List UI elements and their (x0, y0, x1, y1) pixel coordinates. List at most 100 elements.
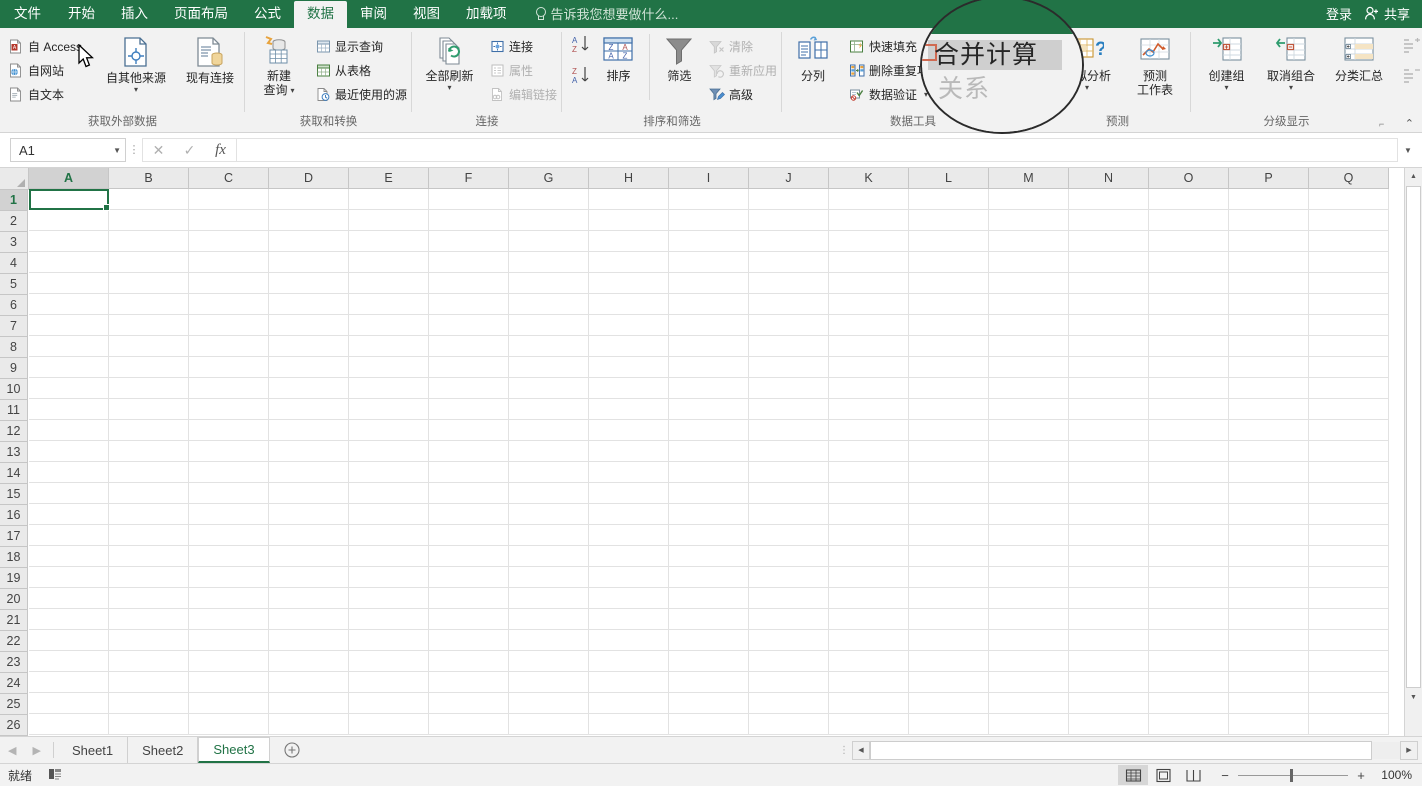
cell-L23[interactable] (909, 651, 989, 672)
cell-Q19[interactable] (1309, 567, 1389, 588)
cell-Q2[interactable] (1309, 210, 1389, 231)
row-header-1[interactable]: 1 (0, 190, 28, 211)
cell-E12[interactable] (349, 420, 429, 441)
cell-L14[interactable] (909, 462, 989, 483)
cell-Q11[interactable] (1309, 399, 1389, 420)
cell-E23[interactable] (349, 651, 429, 672)
cell-N26[interactable] (1069, 714, 1149, 735)
cell-K21[interactable] (829, 609, 909, 630)
cell-H3[interactable] (589, 231, 669, 252)
chevron-down-icon[interactable]: ▾ (448, 84, 452, 91)
cell-E8[interactable] (349, 336, 429, 357)
cell-H20[interactable] (589, 588, 669, 609)
cell-D22[interactable] (269, 630, 349, 651)
cell-O13[interactable] (1149, 441, 1229, 462)
new-sheet-button[interactable] (270, 737, 314, 763)
cell-E6[interactable] (349, 294, 429, 315)
hide-detail-icon[interactable] (1402, 68, 1422, 84)
cell-L25[interactable] (909, 693, 989, 714)
cell-P15[interactable] (1229, 483, 1309, 504)
cell-B3[interactable] (109, 231, 189, 252)
cell-J16[interactable] (749, 504, 829, 525)
cell-J22[interactable] (749, 630, 829, 651)
vertical-scrollbar[interactable]: ▲ ▼ (1404, 168, 1422, 736)
cell-P19[interactable] (1229, 567, 1309, 588)
cell-G13[interactable] (509, 441, 589, 462)
cell-M14[interactable] (989, 462, 1069, 483)
cell-B20[interactable] (109, 588, 189, 609)
cell-D13[interactable] (269, 441, 349, 462)
cell-N1[interactable] (1069, 189, 1149, 210)
row-header-10[interactable]: 10 (0, 379, 28, 400)
name-box[interactable]: A1 ▼ (10, 138, 126, 162)
cell-E18[interactable] (349, 546, 429, 567)
cell-A5[interactable] (29, 273, 109, 294)
cell-I21[interactable] (669, 609, 749, 630)
cell-I23[interactable] (669, 651, 749, 672)
chevron-down-icon[interactable]: ▾ (924, 91, 928, 98)
cell-B2[interactable] (109, 210, 189, 231)
cell-P23[interactable] (1229, 651, 1309, 672)
cell-L24[interactable] (909, 672, 989, 693)
sort-descending-button[interactable]: Z A (570, 65, 594, 90)
cell-J20[interactable] (749, 588, 829, 609)
cell-J11[interactable] (749, 399, 829, 420)
cell-O11[interactable] (1149, 399, 1229, 420)
cell-D12[interactable] (269, 420, 349, 441)
cell-F17[interactable] (429, 525, 509, 546)
cell-C24[interactable] (189, 672, 269, 693)
cell-B6[interactable] (109, 294, 189, 315)
cell-G23[interactable] (509, 651, 589, 672)
cell-K9[interactable] (829, 357, 909, 378)
cell-N3[interactable] (1069, 231, 1149, 252)
cell-B23[interactable] (109, 651, 189, 672)
horizontal-scroll-thumb[interactable] (870, 741, 1372, 760)
tab-addins[interactable]: 加载项 (453, 1, 520, 28)
cell-I7[interactable] (669, 315, 749, 336)
from-web-button[interactable]: 自网站 (6, 58, 87, 82)
cell-C2[interactable] (189, 210, 269, 231)
cell-D15[interactable] (269, 483, 349, 504)
view-page-break-button[interactable] (1178, 765, 1208, 785)
cell-J1[interactable] (749, 189, 829, 210)
cell-E4[interactable] (349, 252, 429, 273)
from-text-button[interactable]: 自文本 (6, 82, 87, 106)
vertical-scroll-thumb[interactable] (1406, 186, 1421, 688)
cell-J23[interactable] (749, 651, 829, 672)
cell-L21[interactable] (909, 609, 989, 630)
cell-P4[interactable] (1229, 252, 1309, 273)
cell-Q5[interactable] (1309, 273, 1389, 294)
cell-N22[interactable] (1069, 630, 1149, 651)
cell-Q13[interactable] (1309, 441, 1389, 462)
row-header-18[interactable]: 18 (0, 547, 28, 568)
cell-H9[interactable] (589, 357, 669, 378)
cell-A20[interactable] (29, 588, 109, 609)
cell-H2[interactable] (589, 210, 669, 231)
zoom-out-button[interactable]: − (1218, 768, 1232, 783)
cell-P1[interactable] (1229, 189, 1309, 210)
cell-Q22[interactable] (1309, 630, 1389, 651)
sheet-tab-sheet2[interactable]: Sheet2 (128, 737, 198, 763)
cell-I12[interactable] (669, 420, 749, 441)
cell-A11[interactable] (29, 399, 109, 420)
cell-Q1[interactable] (1309, 189, 1389, 210)
remove-duplicates-button[interactable]: 删除重复项 (846, 58, 934, 82)
cell-D9[interactable] (269, 357, 349, 378)
cell-M16[interactable] (989, 504, 1069, 525)
column-header-G[interactable]: G (509, 168, 589, 189)
cell-B14[interactable] (109, 462, 189, 483)
cell-H7[interactable] (589, 315, 669, 336)
cell-F11[interactable] (429, 399, 509, 420)
cell-P14[interactable] (1229, 462, 1309, 483)
manage-data-model-button[interactable]: 管理数据模型 (938, 82, 1038, 106)
sheet-tab-sheet3[interactable]: Sheet3 (198, 737, 269, 763)
cell-N24[interactable] (1069, 672, 1149, 693)
cell-L12[interactable] (909, 420, 989, 441)
cell-C12[interactable] (189, 420, 269, 441)
cell-J2[interactable] (749, 210, 829, 231)
cell-L3[interactable] (909, 231, 989, 252)
cell-H8[interactable] (589, 336, 669, 357)
cell-E1[interactable] (349, 189, 429, 210)
scroll-left-button[interactable]: ◀ (852, 741, 870, 760)
cell-G12[interactable] (509, 420, 589, 441)
